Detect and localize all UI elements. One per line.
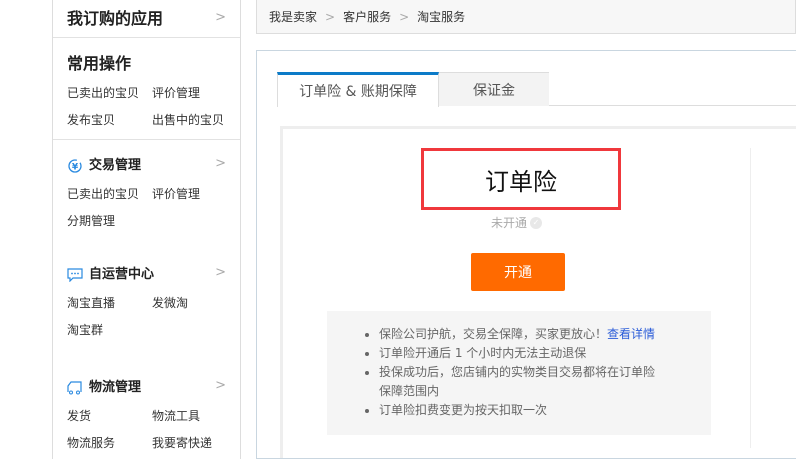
link-taobao-live[interactable]: 淘宝直播 <box>67 294 152 311</box>
trade-section: ¥ 交易管理 > 已卖出的宝贝 评价管理 分期管理 <box>53 140 240 229</box>
order-insurance-card: 订单险 未开通 ✓ 开通 保险公司护航，交易全保障，买家更放心！查看详情 订单险… <box>280 126 796 458</box>
link-reviews[interactable]: 评价管理 <box>152 185 237 202</box>
yen-circle-icon: ¥ <box>67 158 83 173</box>
link-logistics-service[interactable]: 物流服务 <box>67 434 152 451</box>
truck-icon <box>67 380 83 395</box>
link-installments[interactable]: 分期管理 <box>67 212 152 229</box>
logistics-title: 物流管理 <box>89 380 142 395</box>
subscribed-apps-section: 我订购的应用 > <box>53 0 240 38</box>
notes-box: 保险公司护航，交易全保障，买家更放心！查看详情 订单险开通后 1 个小时内无法主… <box>327 311 711 435</box>
status-text: 未开通 <box>491 216 528 230</box>
status-badge: 未开通 ✓ <box>491 214 543 231</box>
breadcrumb-taobao-service: 淘宝服务 <box>417 10 466 24</box>
link-reviews[interactable]: 评价管理 <box>152 84 237 101</box>
link-ship[interactable]: 发货 <box>67 407 152 424</box>
breadcrumb: 我是卖家 > 客户服务 > 淘宝服务 <box>256 0 796 34</box>
trade-header[interactable]: ¥ 交易管理 > <box>67 154 226 173</box>
chevron-right-icon: > <box>215 9 226 25</box>
subscribed-apps-title: 我订购的应用 <box>67 9 164 28</box>
note-item: 投保成功后，您店铺内的实物类目交易都将在订单险保障范围内 <box>379 363 665 401</box>
view-details-link[interactable]: 查看详情 <box>607 327 655 341</box>
logistics-section: 物流管理 > 发货 物流工具 物流服务 我要寄快递 <box>53 338 240 451</box>
note-text: 保险公司护航，交易全保障，买家更放心！ <box>379 327 608 341</box>
link-weitao[interactable]: 发微淘 <box>152 294 237 311</box>
link-logistics-tools[interactable]: 物流工具 <box>152 407 237 424</box>
breadcrumb-seller[interactable]: 我是卖家 <box>269 8 317 25</box>
trade-title: 交易管理 <box>89 158 142 173</box>
self-ops-section: 自运营中心 > 淘宝直播 发微淘 淘宝群 <box>53 229 240 338</box>
check-circle-icon: ✓ <box>530 216 543 229</box>
common-ops-title: 常用操作 <box>67 54 132 73</box>
link-sold-items[interactable]: 已卖出的宝贝 <box>67 84 152 101</box>
activate-button[interactable]: 开通 <box>471 253 565 291</box>
link-taobao-group[interactable]: 淘宝群 <box>67 321 152 338</box>
note-item: 订单险开通后 1 个小时内无法主动退保 <box>379 344 665 363</box>
tab-order-insurance[interactable]: 订单险 & 账期保障 <box>277 72 439 107</box>
breadcrumb-customer-service[interactable]: 客户服务 <box>343 8 391 25</box>
chat-icon <box>67 267 83 282</box>
sidebar: 我订购的应用 > 常用操作 已卖出的宝贝 评价管理 发布宝贝 出售中的宝贝 ¥ 交… <box>52 0 241 459</box>
logistics-header[interactable]: 物流管理 > <box>67 376 226 395</box>
note-item: 订单险扣费变更为按天扣取一次 <box>379 401 665 420</box>
tab-deposit[interactable]: 保证金 <box>439 72 549 106</box>
svg-text:¥: ¥ <box>72 162 79 172</box>
subscribed-apps-header[interactable]: 我订购的应用 > <box>67 0 226 34</box>
chevron-right-icon: > <box>215 265 226 280</box>
link-send-express[interactable]: 我要寄快递 <box>152 434 237 451</box>
self-ops-title: 自运营中心 <box>89 267 155 282</box>
chevron-right-icon: > <box>215 378 226 393</box>
chevron-right-icon: > <box>215 156 226 171</box>
common-ops-section: 常用操作 已卖出的宝贝 评价管理 发布宝贝 出售中的宝贝 <box>53 38 240 140</box>
self-ops-header[interactable]: 自运营中心 > <box>67 263 226 282</box>
breadcrumb-separator: > <box>325 9 336 24</box>
link-on-sale-items[interactable]: 出售中的宝贝 <box>152 111 237 128</box>
note-item: 保险公司护航，交易全保障，买家更放心！查看详情 <box>379 325 665 344</box>
tab-bar: 订单险 & 账期保障 保证金 <box>277 72 796 107</box>
link-publish-item[interactable]: 发布宝贝 <box>67 111 152 128</box>
breadcrumb-separator: > <box>399 9 410 24</box>
main-panel: 订单险 & 账期保障 保证金 订单险 未开通 ✓ 开通 保险公司护航，交易全保障… <box>256 50 796 459</box>
divider <box>750 148 751 448</box>
product-title: 订单险 <box>421 148 621 210</box>
link-sold-items[interactable]: 已卖出的宝贝 <box>67 185 152 202</box>
